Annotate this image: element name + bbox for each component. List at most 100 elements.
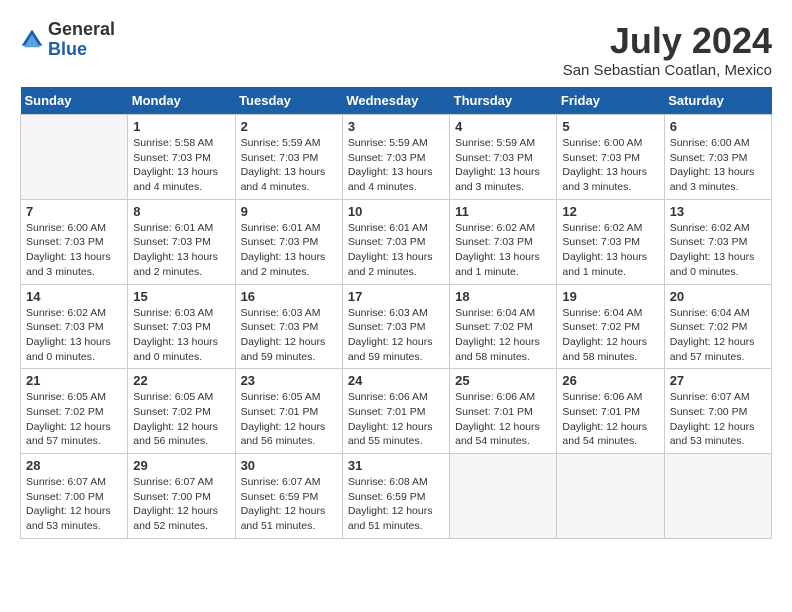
calendar-cell: 24 Sunrise: 6:06 AMSunset: 7:01 PMDayligh… — [342, 369, 449, 454]
calendar-cell — [557, 454, 664, 539]
calendar-cell: 6 Sunrise: 6:00 AMSunset: 7:03 PMDaylight… — [664, 115, 771, 200]
day-number: 6 — [670, 119, 766, 134]
cell-details: Sunrise: 6:05 AMSunset: 7:02 PMDaylight:… — [26, 390, 122, 449]
cell-details: Sunrise: 6:00 AMSunset: 7:03 PMDaylight:… — [670, 136, 766, 195]
cell-details: Sunrise: 6:01 AMSunset: 7:03 PMDaylight:… — [241, 221, 337, 280]
cell-details: Sunrise: 6:03 AMSunset: 7:03 PMDaylight:… — [133, 306, 229, 365]
calendar-cell: 20Sunrise: 6:04 AMSunset: 7:02 PMDayligh… — [664, 284, 771, 369]
calendar-week-1: 1 Sunrise: 5:58 AMSunset: 7:03 PMDaylight… — [21, 115, 772, 200]
calendar-cell: 19 Sunrise: 6:04 AMSunset: 7:02 PMDayligh… — [557, 284, 664, 369]
cell-details: Sunrise: 6:07 AMSunset: 7:00 PMDaylight:… — [133, 475, 229, 534]
calendar-cell: 13Sunrise: 6:02 AMSunset: 7:03 PMDayligh… — [664, 199, 771, 284]
calendar-header: SundayMondayTuesdayWednesdayThursdayFrid… — [21, 87, 772, 115]
calendar-cell — [664, 454, 771, 539]
cell-details: Sunrise: 6:07 AMSunset: 6:59 PMDaylight:… — [241, 475, 337, 534]
day-number: 30 — [241, 458, 337, 473]
calendar-cell: 31 Sunrise: 6:08 AMSunset: 6:59 PMDayligh… — [342, 454, 449, 539]
cell-details: Sunrise: 6:02 AMSunset: 7:03 PMDaylight:… — [562, 221, 658, 280]
calendar-cell: 8 Sunrise: 6:01 AMSunset: 7:03 PMDaylight… — [128, 199, 235, 284]
day-number: 1 — [133, 119, 229, 134]
calendar-cell: 11 Sunrise: 6:02 AMSunset: 7:03 PMDayligh… — [450, 199, 557, 284]
day-header-friday: Friday — [557, 87, 664, 115]
cell-details: Sunrise: 6:02 AMSunset: 7:03 PMDaylight:… — [26, 306, 122, 365]
calendar-cell: 30 Sunrise: 6:07 AMSunset: 6:59 PMDayligh… — [235, 454, 342, 539]
calendar-cell — [450, 454, 557, 539]
day-number: 18 — [455, 289, 551, 304]
day-number: 16 — [241, 289, 337, 304]
day-number: 17 — [348, 289, 444, 304]
cell-details: Sunrise: 6:01 AMSunset: 7:03 PMDaylight:… — [133, 221, 229, 280]
calendar-cell: 2 Sunrise: 5:59 AMSunset: 7:03 PMDaylight… — [235, 115, 342, 200]
day-number: 3 — [348, 119, 444, 134]
calendar-cell: 12Sunrise: 6:02 AMSunset: 7:03 PMDayligh… — [557, 199, 664, 284]
calendar-cell: 16Sunrise: 6:03 AMSunset: 7:03 PMDayligh… — [235, 284, 342, 369]
calendar-cell: 23 Sunrise: 6:05 AMSunset: 7:01 PMDayligh… — [235, 369, 342, 454]
cell-details: Sunrise: 6:05 AMSunset: 7:02 PMDaylight:… — [133, 390, 229, 449]
cell-details: Sunrise: 6:00 AMSunset: 7:03 PMDaylight:… — [26, 221, 122, 280]
day-header-sunday: Sunday — [21, 87, 128, 115]
calendar-week-3: 14 Sunrise: 6:02 AMSunset: 7:03 PMDayligh… — [21, 284, 772, 369]
day-number: 9 — [241, 204, 337, 219]
calendar-cell: 17 Sunrise: 6:03 AMSunset: 7:03 PMDayligh… — [342, 284, 449, 369]
day-number: 22 — [133, 373, 229, 388]
calendar-cell: 10 Sunrise: 6:01 AMSunset: 7:03 PMDayligh… — [342, 199, 449, 284]
day-number: 29 — [133, 458, 229, 473]
month-title: July 2024 — [563, 20, 772, 62]
cell-details: Sunrise: 6:06 AMSunset: 7:01 PMDaylight:… — [348, 390, 444, 449]
cell-details: Sunrise: 5:59 AMSunset: 7:03 PMDaylight:… — [241, 136, 337, 195]
cell-details: Sunrise: 6:04 AMSunset: 7:02 PMDaylight:… — [562, 306, 658, 365]
calendar-table: SundayMondayTuesdayWednesdayThursdayFrid… — [20, 87, 772, 539]
calendar-cell: 22 Sunrise: 6:05 AMSunset: 7:02 PMDayligh… — [128, 369, 235, 454]
calendar-body: 1 Sunrise: 5:58 AMSunset: 7:03 PMDaylight… — [21, 115, 772, 539]
day-number: 11 — [455, 204, 551, 219]
day-number: 23 — [241, 373, 337, 388]
cell-details: Sunrise: 6:05 AMSunset: 7:01 PMDaylight:… — [241, 390, 337, 449]
calendar-cell: 29 Sunrise: 6:07 AMSunset: 7:00 PMDayligh… — [128, 454, 235, 539]
day-number: 4 — [455, 119, 551, 134]
day-number: 21 — [26, 373, 122, 388]
cell-details: Sunrise: 6:07 AMSunset: 7:00 PMDaylight:… — [670, 390, 766, 449]
day-number: 14 — [26, 289, 122, 304]
day-number: 10 — [348, 204, 444, 219]
day-number: 27 — [670, 373, 766, 388]
cell-details: Sunrise: 5:59 AMSunset: 7:03 PMDaylight:… — [348, 136, 444, 195]
day-number: 8 — [133, 204, 229, 219]
calendar-cell: 25Sunrise: 6:06 AMSunset: 7:01 PMDayligh… — [450, 369, 557, 454]
calendar-cell: 21 Sunrise: 6:05 AMSunset: 7:02 PMDayligh… — [21, 369, 128, 454]
logo-text: General Blue — [48, 20, 115, 60]
day-number: 25 — [455, 373, 551, 388]
calendar-cell: 4Sunrise: 5:59 AMSunset: 7:03 PMDaylight… — [450, 115, 557, 200]
day-number: 24 — [348, 373, 444, 388]
day-header-wednesday: Wednesday — [342, 87, 449, 115]
calendar-cell: 3 Sunrise: 5:59 AMSunset: 7:03 PMDaylight… — [342, 115, 449, 200]
cell-details: Sunrise: 6:06 AMSunset: 7:01 PMDaylight:… — [562, 390, 658, 449]
calendar-cell: 5Sunrise: 6:00 AMSunset: 7:03 PMDaylight… — [557, 115, 664, 200]
day-number: 26 — [562, 373, 658, 388]
day-number: 31 — [348, 458, 444, 473]
calendar-cell: 18Sunrise: 6:04 AMSunset: 7:02 PMDayligh… — [450, 284, 557, 369]
day-header-tuesday: Tuesday — [235, 87, 342, 115]
logo: General Blue — [20, 20, 115, 60]
day-number: 5 — [562, 119, 658, 134]
cell-details: Sunrise: 6:07 AMSunset: 7:00 PMDaylight:… — [26, 475, 122, 534]
day-number: 2 — [241, 119, 337, 134]
calendar-cell: 9 Sunrise: 6:01 AMSunset: 7:03 PMDaylight… — [235, 199, 342, 284]
page-header: General Blue July 2024 San Sebastian Coa… — [20, 20, 772, 79]
calendar-cell: 27 Sunrise: 6:07 AMSunset: 7:00 PMDayligh… — [664, 369, 771, 454]
day-header-monday: Monday — [128, 87, 235, 115]
logo-general: General — [48, 19, 115, 39]
day-header-saturday: Saturday — [664, 87, 771, 115]
cell-details: Sunrise: 6:01 AMSunset: 7:03 PMDaylight:… — [348, 221, 444, 280]
cell-details: Sunrise: 5:58 AMSunset: 7:03 PMDaylight:… — [133, 136, 229, 195]
cell-details: Sunrise: 6:08 AMSunset: 6:59 PMDaylight:… — [348, 475, 444, 534]
cell-details: Sunrise: 6:04 AMSunset: 7:02 PMDaylight:… — [670, 306, 766, 365]
calendar-cell — [21, 115, 128, 200]
calendar-week-5: 28Sunrise: 6:07 AMSunset: 7:00 PMDayligh… — [21, 454, 772, 539]
cell-details: Sunrise: 6:02 AMSunset: 7:03 PMDaylight:… — [455, 221, 551, 280]
day-number: 19 — [562, 289, 658, 304]
calendar-week-2: 7Sunrise: 6:00 AMSunset: 7:03 PMDaylight… — [21, 199, 772, 284]
calendar-cell: 28Sunrise: 6:07 AMSunset: 7:00 PMDayligh… — [21, 454, 128, 539]
calendar-cell: 7Sunrise: 6:00 AMSunset: 7:03 PMDaylight… — [21, 199, 128, 284]
cell-details: Sunrise: 6:03 AMSunset: 7:03 PMDaylight:… — [348, 306, 444, 365]
title-area: July 2024 San Sebastian Coatlan, Mexico — [563, 20, 772, 79]
